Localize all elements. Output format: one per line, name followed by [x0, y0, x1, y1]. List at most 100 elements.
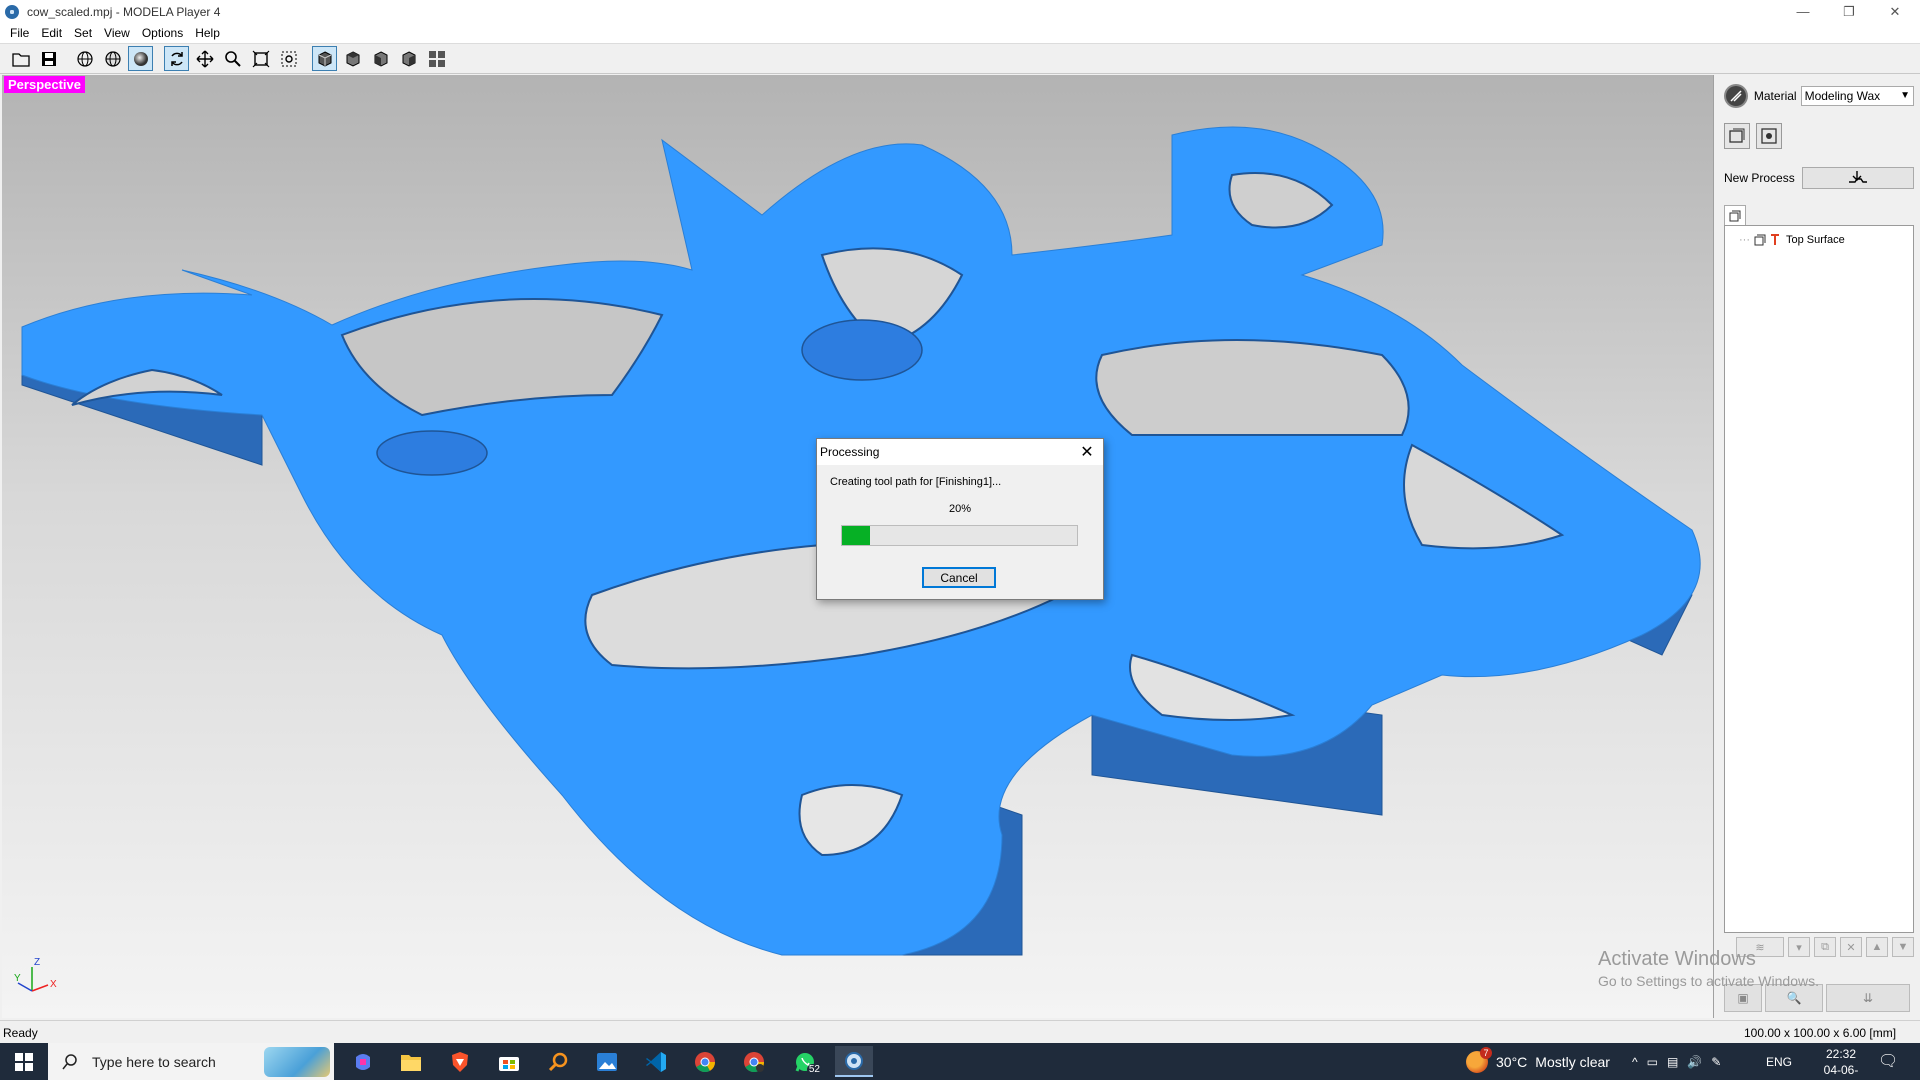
axis-x-label: X	[50, 979, 57, 990]
delete-icon[interactable]: ✕	[1840, 937, 1862, 957]
move-down-icon[interactable]: ▼	[1892, 937, 1914, 957]
search-icon	[62, 1053, 77, 1069]
menu-view[interactable]: View	[98, 26, 136, 40]
notification-icon[interactable]: 🗨	[1878, 1051, 1898, 1071]
axis-gizmo: Z Y X	[14, 957, 57, 992]
material-icon[interactable]	[1724, 84, 1748, 108]
search-app-icon[interactable]	[539, 1046, 577, 1077]
menu-edit[interactable]: Edit	[35, 26, 68, 40]
vscode-icon[interactable]	[637, 1046, 675, 1077]
modela-app-icon	[5, 4, 19, 19]
taskbar: Type here to search 52 30°C Mostly clear…	[0, 1043, 1920, 1080]
iso-view-icon[interactable]	[312, 46, 337, 71]
material-label: Material	[1753, 89, 1797, 103]
new-process-button[interactable]	[1802, 167, 1914, 189]
cut-output-icon[interactable]: ⇊	[1826, 984, 1910, 1012]
preview-icon[interactable]	[1756, 123, 1782, 149]
network-icon[interactable]: ▤	[1667, 1055, 1678, 1069]
start-button[interactable]	[0, 1043, 48, 1080]
file-explorer-icon[interactable]	[392, 1046, 430, 1077]
process-panel: Material Modeling Wax ▼ New Process ··· …	[1716, 75, 1920, 1043]
tool-icon	[1771, 234, 1779, 245]
front-view-icon[interactable]	[368, 46, 393, 71]
menu-bar: File Edit Set View Options Help	[0, 23, 1920, 43]
photos-icon[interactable]	[588, 1046, 626, 1077]
model-dimensions: 100.00 x 100.00 x 6.00 [mm]	[1744, 1026, 1897, 1040]
tree-tab-icon[interactable]	[1724, 205, 1746, 225]
shaded-view-icon[interactable]	[128, 46, 153, 71]
material-row: Material Modeling Wax ▼	[1724, 83, 1914, 109]
wireframe-view-icon[interactable]	[72, 46, 97, 71]
zoom-icon[interactable]	[220, 46, 245, 71]
search-placeholder: Type here to search	[92, 1053, 216, 1070]
weather-text: Mostly clear	[1535, 1053, 1610, 1070]
dialog-close-button[interactable]: ✕	[1077, 442, 1097, 462]
window-title: cow_scaled.mpj - MODELA Player 4	[27, 4, 221, 19]
minimize-button[interactable]: —	[1780, 0, 1826, 23]
dialog-message: Creating tool path for [Finishing1]...	[830, 476, 1002, 488]
material-select[interactable]: Modeling Wax ▼	[1800, 86, 1914, 106]
process-folder-icon	[1754, 234, 1766, 246]
whatsapp-icon[interactable]: 52	[786, 1046, 824, 1077]
save-icon[interactable]	[36, 46, 61, 71]
copilot-icon[interactable]	[344, 1046, 382, 1077]
fit-view-icon[interactable]	[248, 46, 273, 71]
move-up-icon[interactable]: ▲	[1866, 937, 1888, 957]
process-view-buttons	[1724, 123, 1788, 149]
title-bar: cow_scaled.mpj - MODELA Player 4 — ❐ ✕	[0, 0, 1920, 23]
side-view-icon[interactable]	[396, 46, 421, 71]
chrome-icon[interactable]	[686, 1046, 724, 1077]
clock[interactable]: 22:32 04-06-2026	[1812, 1046, 1870, 1080]
progress-fill	[842, 526, 871, 545]
pen-icon[interactable]: ✎	[1711, 1055, 1721, 1069]
activate-windows-watermark: Activate Windows Go to Settings to activ…	[1598, 948, 1819, 989]
top-view-icon[interactable]	[340, 46, 365, 71]
brave-browser-icon[interactable]	[441, 1046, 479, 1077]
status-bar: Ready 100.00 x 100.00 x 6.00 [mm]	[0, 1020, 1920, 1043]
tree-connector: ···	[1739, 234, 1750, 246]
microsoft-store-icon[interactable]	[490, 1046, 528, 1077]
menu-file[interactable]: File	[4, 26, 35, 40]
close-window-button[interactable]: ✕	[1872, 0, 1918, 23]
volume-icon[interactable]: 🔊	[1687, 1055, 1702, 1069]
weather-icon	[1466, 1046, 1492, 1073]
language-indicator[interactable]: ENG	[1766, 1055, 1792, 1069]
weather-temp: 30°C	[1496, 1053, 1528, 1070]
new-process-row: New Process	[1724, 167, 1914, 189]
menu-options[interactable]: Options	[136, 26, 189, 40]
search-highlight-icon	[264, 1047, 330, 1077]
process-tree: ··· Top Surface	[1724, 225, 1914, 933]
cancel-button[interactable]: Cancel	[922, 567, 996, 588]
progress-percent: 20%	[948, 503, 972, 515]
rotate-icon[interactable]	[164, 46, 189, 71]
status-text: Ready	[3, 1026, 38, 1040]
clock-time: 22:32	[1825, 1047, 1857, 1061]
windows-icon	[15, 1052, 33, 1071]
watermark-line1: Activate Windows	[1598, 948, 1756, 970]
zoom-window-icon[interactable]	[276, 46, 301, 71]
open-file-icon[interactable]	[8, 46, 33, 71]
tree-item-label: Top Surface	[1786, 234, 1845, 246]
mesh-view-icon[interactable]	[100, 46, 125, 71]
pan-icon[interactable]	[192, 46, 217, 71]
new-process-label: New Process	[1724, 171, 1795, 185]
processing-dialog: Processing ✕ Creating tool path for [Fin…	[816, 438, 1104, 600]
system-tray: ^ ▭ ▤ 🔊 ✎	[1632, 1043, 1730, 1080]
taskbar-search[interactable]: Type here to search	[48, 1043, 334, 1080]
axis-z-label: Z	[34, 957, 40, 968]
process-list-icon[interactable]	[1724, 123, 1750, 149]
chevron-down-icon: ▼	[1900, 90, 1910, 101]
modela-player-icon[interactable]	[835, 1046, 873, 1077]
weather-widget[interactable]: 30°C Mostly clear	[1466, 1043, 1610, 1080]
dialog-title: Processing	[820, 445, 880, 459]
menu-help[interactable]: Help	[189, 26, 226, 40]
axis-y-label: Y	[14, 973, 21, 984]
tree-item-top-surface[interactable]: ··· Top Surface	[1739, 234, 1845, 246]
menu-set[interactable]: Set	[68, 26, 98, 40]
meet-now-icon[interactable]: ▭	[1647, 1055, 1658, 1069]
toolbar	[0, 43, 1920, 74]
maximize-button[interactable]: ❐	[1826, 0, 1872, 23]
chevron-up-icon[interactable]: ^	[1632, 1055, 1638, 1069]
chrome-profile-icon[interactable]	[735, 1046, 773, 1077]
multi-view-icon[interactable]	[424, 46, 449, 71]
